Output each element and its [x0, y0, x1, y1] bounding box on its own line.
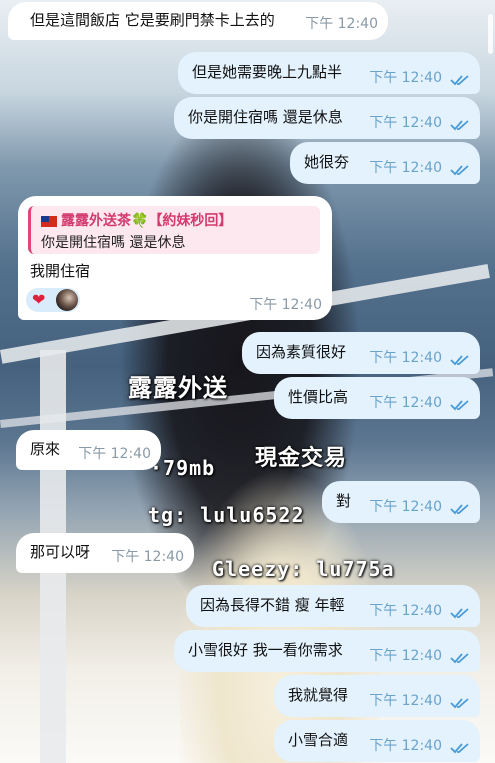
message-time: 下午 12:40	[369, 648, 442, 664]
quoted-message[interactable]: 露露外送茶🍀【約妹秒回】 你是開住宿嗎 還是休息	[28, 206, 320, 254]
message-time: 下午 12:40	[305, 16, 378, 32]
message-time: 下午 12:40	[369, 70, 442, 86]
message-time: 下午 12:40	[369, 693, 442, 709]
message-time: 下午 12:40	[369, 499, 442, 515]
message-time: 下午 12:40	[249, 297, 322, 313]
message-bubble-outgoing[interactable]: 因為長得不錯 瘦 年輕 下午 12:40	[186, 585, 480, 627]
message-text: 但是她需要晚上九點半	[192, 62, 343, 81]
scrollbar[interactable]	[488, 14, 493, 54]
avatar	[56, 289, 78, 311]
flag-icon	[41, 215, 57, 227]
message-bubble-outgoing[interactable]: 你是開住宿嗎 還是休息 下午 12:40	[174, 97, 480, 139]
double-check-icon	[450, 355, 469, 366]
watermark-tg: tg: lulu6522	[148, 503, 305, 527]
quoted-sender-row: 露露外送茶🍀【約妹秒回】	[41, 210, 232, 230]
message-time: 下午 12:40	[369, 395, 442, 411]
watermark-brand: 露露外送	[128, 374, 228, 402]
message-bubble-outgoing[interactable]: 我就覺得 下午 12:40	[274, 675, 480, 717]
double-check-icon	[450, 653, 469, 664]
message-bubble-outgoing[interactable]: 因為素質很好 下午 12:40	[242, 332, 480, 374]
message-text: 因為素質很好	[256, 342, 347, 361]
heart-icon[interactable]: ❤	[32, 290, 45, 310]
message-bubble-incoming[interactable]: 那可以呀 下午 12:40	[16, 533, 194, 573]
message-time: 下午 12:40	[111, 549, 184, 565]
message-text: 性價比高	[288, 387, 349, 406]
quoted-text: 你是開住宿嗎 還是休息	[41, 235, 186, 251]
double-check-icon	[450, 120, 469, 131]
message-time: 下午 12:40	[369, 603, 442, 619]
double-check-icon	[450, 743, 469, 754]
message-text: 對	[336, 491, 352, 510]
message-bubble-reply[interactable]: 露露外送茶🍀【約妹秒回】 你是開住宿嗎 還是休息 我開住宿 ❤ 下午 12:40	[18, 196, 332, 320]
message-text: 小雪合適	[288, 730, 349, 749]
reactions-pill[interactable]: ❤	[26, 288, 80, 312]
watermark-size: ·79mb	[150, 456, 216, 480]
watermark-cash: 現金交易	[255, 446, 348, 471]
watermark-gleezy: Gleezy: lu775a	[212, 557, 395, 581]
double-check-icon	[450, 608, 469, 619]
message-time: 下午 12:40	[369, 350, 442, 366]
message-bubble-incoming[interactable]: 原來 下午 12:40	[16, 430, 161, 470]
double-check-icon	[450, 698, 469, 709]
message-bubble-outgoing[interactable]: 小雪很好 我一看你需求 下午 12:40	[174, 630, 480, 672]
message-bubble-incoming[interactable]: 但是這間飯店 它是要刷門禁卡上去的 下午 12:40	[8, 2, 388, 40]
message-time: 下午 12:40	[369, 115, 442, 131]
double-check-icon	[450, 165, 469, 176]
message-bubble-outgoing[interactable]: 性價比高 下午 12:40	[274, 377, 480, 419]
message-bubble-outgoing[interactable]: 小雪合適 下午 12:40	[274, 720, 480, 762]
message-bubble-outgoing[interactable]: 對 下午 12:40	[322, 481, 480, 523]
double-check-icon	[450, 75, 469, 86]
message-time: 下午 12:40	[78, 446, 151, 462]
message-time: 下午 12:40	[369, 738, 442, 754]
message-bubble-outgoing[interactable]: 她很夯 下午 12:40	[290, 142, 480, 184]
message-text: 我開住宿	[30, 262, 91, 280]
message-text: 因為長得不錯 瘦 年輕	[200, 595, 345, 614]
message-text: 小雪很好 我一看你需求	[188, 640, 343, 659]
message-text: 原來	[30, 439, 61, 458]
message-text: 她很夯	[304, 152, 350, 171]
message-text: 我就覺得	[288, 685, 349, 704]
double-check-icon	[450, 504, 469, 515]
message-text: 但是這間飯店 它是要刷門禁卡上去的	[30, 10, 275, 29]
message-bubble-outgoing[interactable]: 但是她需要晚上九點半 下午 12:40	[178, 52, 480, 94]
quoted-sender-name: 露露外送茶🍀【約妹秒回】	[61, 213, 233, 229]
double-check-icon	[450, 400, 469, 411]
message-text: 你是開住宿嗎 還是休息	[188, 107, 343, 126]
message-text: 那可以呀	[30, 542, 91, 561]
message-time: 下午 12:40	[369, 160, 442, 176]
